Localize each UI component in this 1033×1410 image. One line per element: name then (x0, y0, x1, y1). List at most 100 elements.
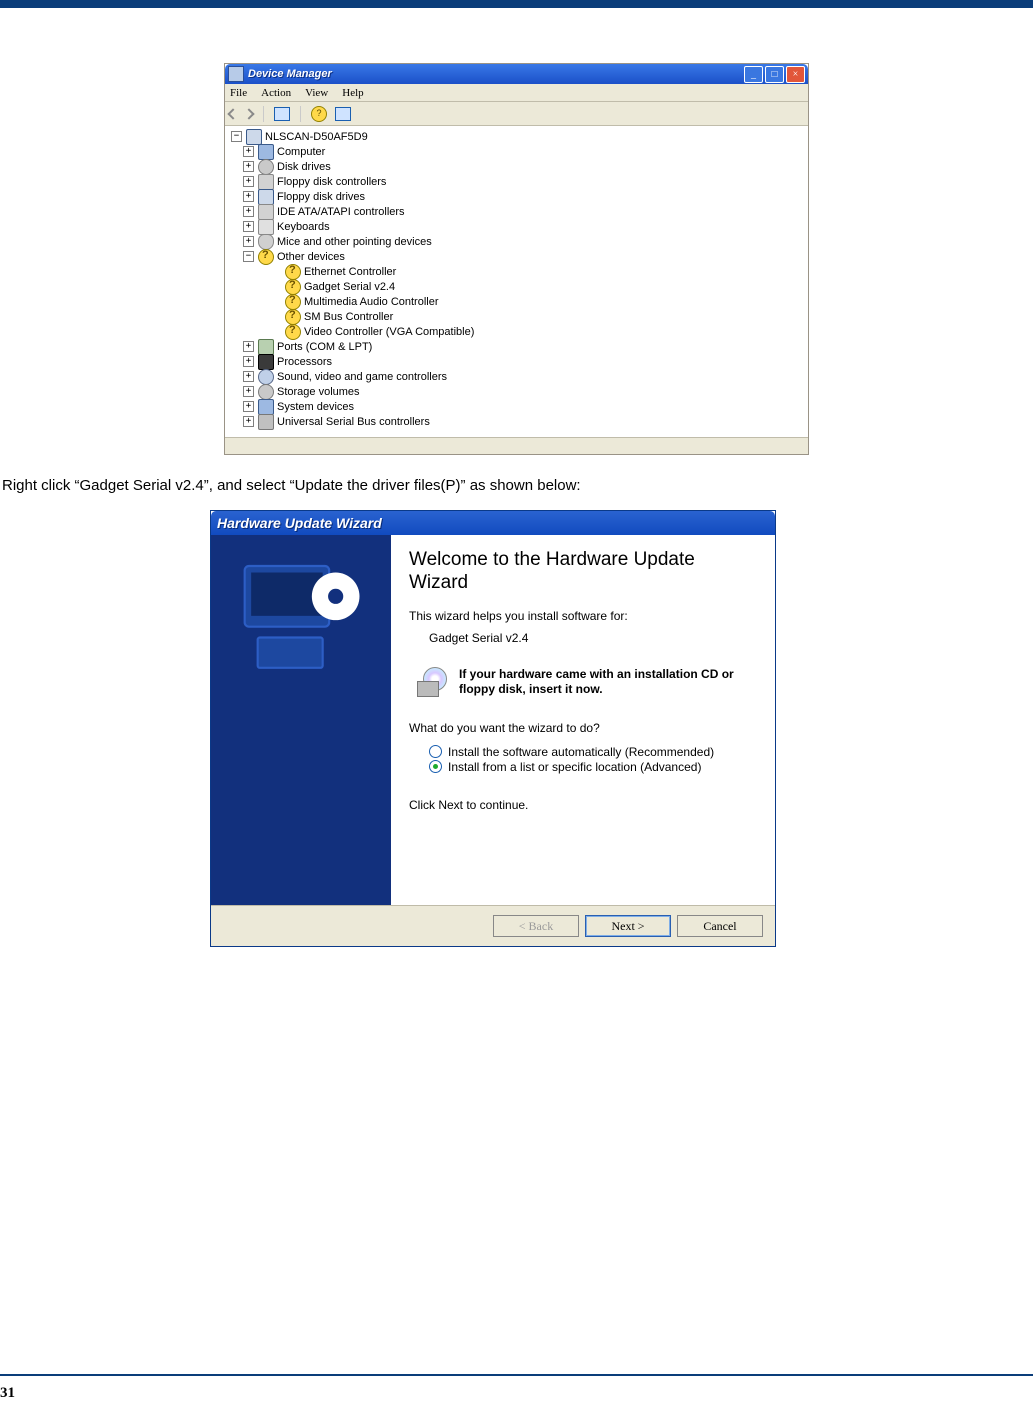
category-label: Ports (COM & LPT) (277, 341, 372, 353)
tree-category[interactable]: + Keyboards (229, 219, 804, 234)
tree-device[interactable]: Ethernet Controller (229, 264, 804, 279)
category-label: Floppy disk controllers (277, 176, 386, 188)
tree-category[interactable]: +Sound, video and game controllers (229, 369, 804, 384)
expand-icon[interactable]: + (243, 401, 254, 412)
document-top-bar (0, 0, 1033, 8)
menu-view[interactable]: View (305, 87, 328, 99)
expand-icon[interactable]: + (243, 356, 254, 367)
expand-icon[interactable]: + (243, 341, 254, 352)
device-label: Ethernet Controller (304, 266, 396, 278)
category-label: Computer (277, 146, 325, 158)
wizard-graphic-icon (236, 553, 366, 683)
tree-category[interactable]: + Disk drives (229, 159, 804, 174)
tree-device[interactable]: Gadget Serial v2.4 (229, 279, 804, 294)
category-icon (258, 144, 274, 160)
menu-file[interactable]: File (230, 87, 247, 99)
unknown-device-icon (285, 324, 301, 340)
category-icon (258, 219, 274, 235)
tree-root[interactable]: − NLSCAN-D50AF5D9 (229, 129, 804, 144)
document-footer-line (0, 1374, 1033, 1376)
wizard-heading: Welcome to the Hardware Update Wizard (409, 549, 757, 595)
category-icon (258, 339, 274, 355)
forward-icon[interactable] (243, 108, 254, 119)
expand-icon[interactable]: + (243, 161, 254, 172)
tree-category[interactable]: + Ports (COM & LPT) (229, 339, 804, 354)
device-manager-menubar: File Action View Help (225, 84, 808, 102)
cancel-button[interactable]: Cancel (677, 915, 763, 937)
help-icon[interactable]: ? (311, 106, 327, 122)
tree-device[interactable]: Multimedia Audio Controller (229, 294, 804, 309)
category-label: IDE ATA/ATAPI controllers (277, 206, 405, 218)
tree-category[interactable]: + System devices (229, 399, 804, 414)
tree-category[interactable]: +Universal Serial Bus controllers (229, 414, 804, 429)
device-label: Multimedia Audio Controller (304, 296, 439, 308)
category-icon (258, 384, 274, 400)
expand-icon[interactable]: − (231, 131, 242, 142)
option-auto-label: Install the software automatically (Reco… (448, 745, 714, 759)
tree-category[interactable]: + Computer (229, 144, 804, 159)
device-manager-title: Device Manager (248, 68, 332, 80)
instruction-text: Right click “Gadget Serial v2.4”, and se… (0, 477, 1033, 494)
unknown-device-icon (285, 264, 301, 280)
expand-icon[interactable]: + (243, 221, 254, 232)
tree-category[interactable]: +Mice and other pointing devices (229, 234, 804, 249)
category-icon (258, 354, 274, 370)
expand-icon[interactable]: + (243, 371, 254, 382)
maximize-icon[interactable]: □ (765, 66, 784, 83)
expand-icon[interactable]: − (243, 251, 254, 262)
category-label: Other devices (277, 251, 345, 263)
wizard-footer: < Back Next > Cancel (211, 905, 775, 946)
tree-category[interactable]: +Processors (229, 354, 804, 369)
wizard-intro: This wizard helps you install software f… (409, 609, 757, 623)
next-button[interactable]: Next > (585, 915, 671, 937)
wizard-titlebar[interactable]: Hardware Update Wizard (211, 511, 775, 535)
expand-icon[interactable]: + (243, 191, 254, 202)
expand-icon[interactable]: + (243, 386, 254, 397)
expand-icon[interactable]: + (243, 416, 254, 427)
device-tree: − NLSCAN-D50AF5D9 +Computer+Disk drives+… (225, 126, 808, 437)
expand-icon[interactable]: + (243, 146, 254, 157)
tree-device[interactable]: SM Bus Controller (229, 309, 804, 324)
category-icon (258, 414, 274, 430)
category-icon (258, 174, 274, 190)
unknown-device-icon (285, 294, 301, 310)
tree-category[interactable]: + Floppy disk controllers (229, 174, 804, 189)
tree-category[interactable]: − Other devices (229, 249, 804, 264)
option-auto[interactable]: Install the software automatically (Reco… (429, 745, 757, 759)
expand-icon[interactable]: + (243, 236, 254, 247)
expand-icon[interactable]: + (243, 176, 254, 187)
menu-help[interactable]: Help (342, 87, 363, 99)
wizard-device-name: Gadget Serial v2.4 (429, 631, 757, 645)
device-manager-window: Device Manager _ □ × File Action View He… (224, 63, 809, 455)
minimize-icon[interactable]: _ (744, 66, 763, 83)
option-list-label: Install from a list or specific location… (448, 760, 701, 774)
radio-auto-icon[interactable] (429, 745, 442, 758)
device-manager-titlebar[interactable]: Device Manager _ □ × (225, 64, 808, 84)
category-icon (258, 369, 274, 385)
category-label: System devices (277, 401, 354, 413)
page-number: 31 (0, 1385, 15, 1402)
wizard-sidebar (211, 535, 391, 905)
back-icon[interactable] (227, 108, 238, 119)
wizard-cd-text: If your hardware came with an installati… (459, 667, 757, 697)
category-icon (258, 399, 274, 415)
category-icon (258, 249, 274, 265)
option-list[interactable]: Install from a list or specific location… (429, 760, 757, 774)
close-icon[interactable]: × (786, 66, 805, 83)
category-label: Keyboards (277, 221, 330, 233)
scan-icon[interactable] (335, 107, 351, 121)
properties-icon[interactable] (274, 107, 290, 121)
unknown-device-icon (285, 309, 301, 325)
menu-action[interactable]: Action (261, 87, 291, 99)
tree-device[interactable]: Video Controller (VGA Compatible) (229, 324, 804, 339)
category-icon (258, 159, 274, 175)
back-button: < Back (493, 915, 579, 937)
category-label: Disk drives (277, 161, 331, 173)
expand-icon[interactable]: + (243, 206, 254, 217)
wizard-click-next: Click Next to continue. (409, 798, 757, 812)
wizard-title: Hardware Update Wizard (217, 515, 382, 531)
radio-list-icon[interactable] (429, 760, 442, 773)
tree-category[interactable]: +Storage volumes (229, 384, 804, 399)
tree-category[interactable]: +Floppy disk drives (229, 189, 804, 204)
tree-category[interactable]: + IDE ATA/ATAPI controllers (229, 204, 804, 219)
